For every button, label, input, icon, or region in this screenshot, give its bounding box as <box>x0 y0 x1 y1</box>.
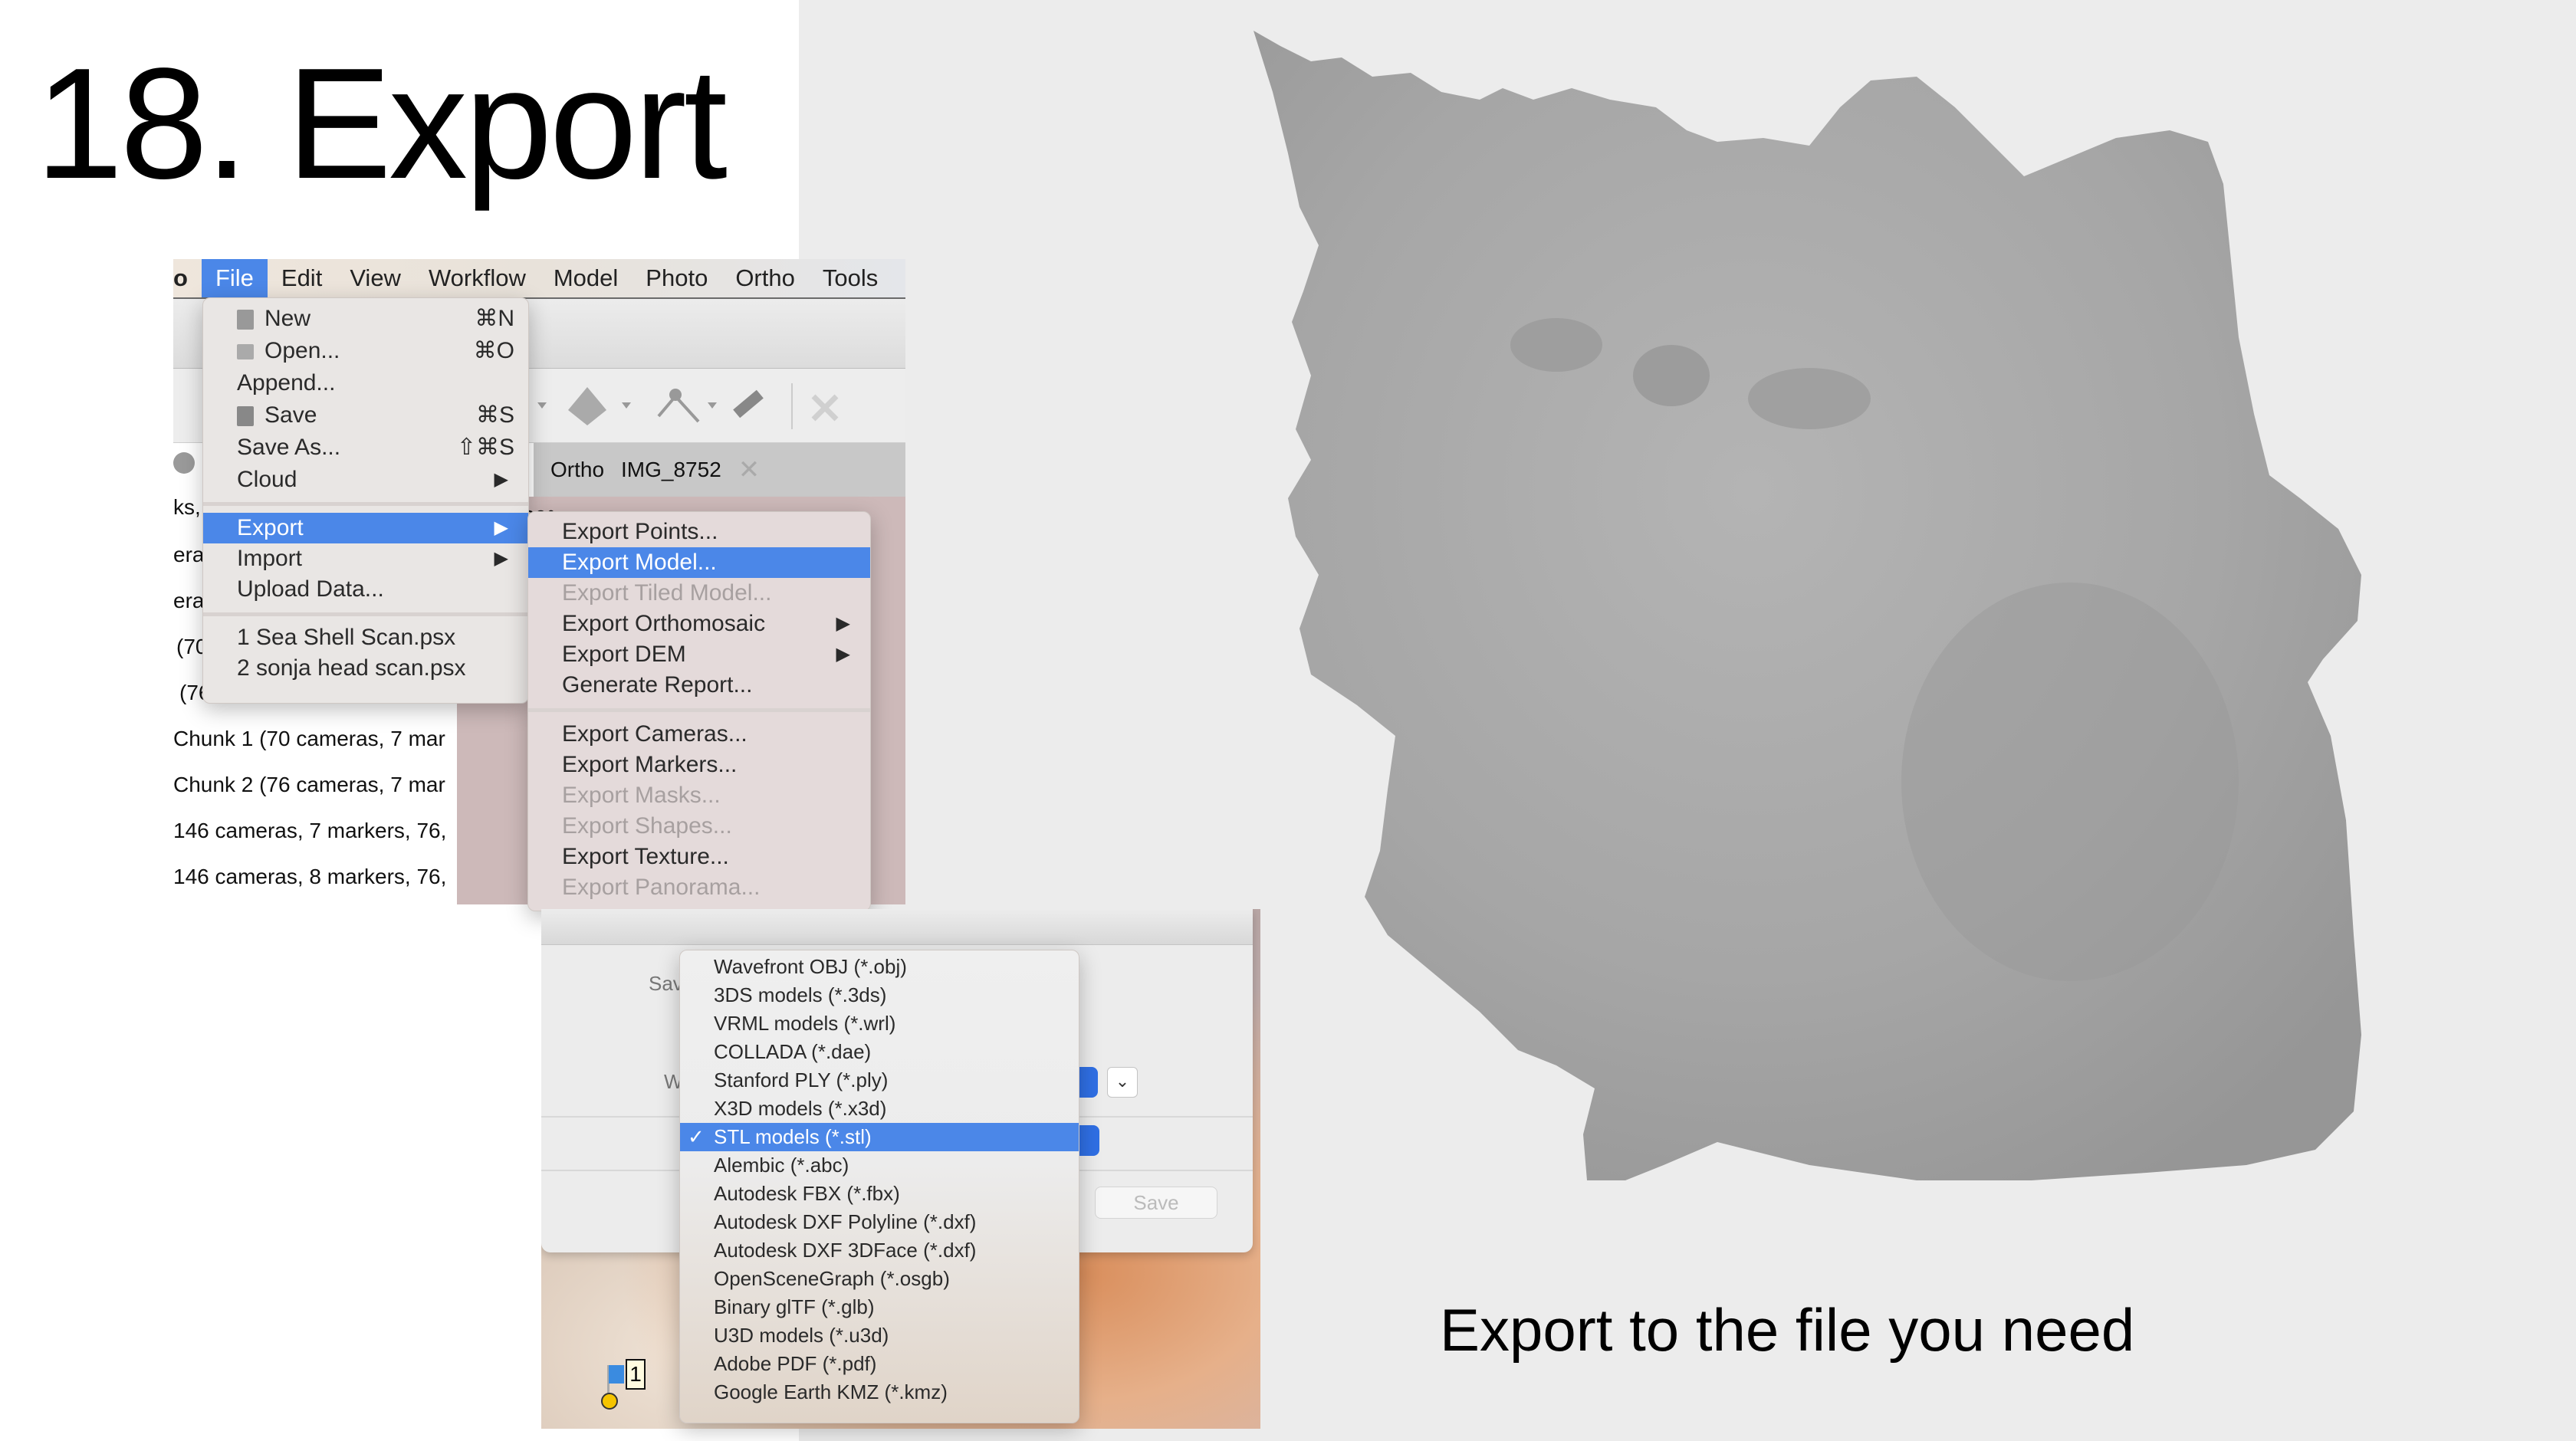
shell-silhouette <box>1254 31 2361 1180</box>
format-option-wrl[interactable]: VRML models (*.wrl) <box>680 1009 1079 1038</box>
format-option-pdf[interactable]: Adobe PDF (*.pdf) <box>680 1350 1079 1378</box>
menu-item-save[interactable]: Save ⌘S <box>203 400 528 431</box>
angle-measure-icon <box>657 389 700 423</box>
file-format-dropdown: Wavefront OBJ (*.obj) 3DS models (*.3ds)… <box>679 950 1079 1423</box>
format-option-u3d[interactable]: U3D models (*.u3d) <box>680 1321 1079 1350</box>
slide-caption: Export to the file you need <box>1440 1296 2135 1364</box>
format-option-ply[interactable]: Stanford PLY (*.ply) <box>680 1066 1079 1095</box>
format-option-osgb[interactable]: OpenSceneGraph (*.osgb) <box>680 1265 1079 1293</box>
menu-item-export-model[interactable]: Export Model... <box>528 547 870 578</box>
tab-strip: Ortho IMG_8752 ✕ <box>534 443 905 497</box>
menu-item-export-markers[interactable]: Export Markers... <box>528 750 870 780</box>
menu-item-export[interactable]: Export ▶ <box>203 513 528 543</box>
flag-icon <box>609 1365 624 1384</box>
diamond-hand-icon <box>568 387 606 425</box>
menu-model[interactable]: Model <box>540 259 632 297</box>
delete-icon <box>811 394 839 422</box>
menu-item-export-texture[interactable]: Export Texture... <box>528 842 870 872</box>
dialog-titlebar <box>541 909 1253 945</box>
format-option-x3d[interactable]: X3D models (*.x3d) <box>680 1095 1079 1123</box>
submenu-arrow-icon: ▶ <box>836 613 850 634</box>
export-submenu: Export Points... Export Model... Export … <box>527 511 871 911</box>
menu-item-export-cameras[interactable]: Export Cameras... <box>528 719 870 750</box>
tab-ortho[interactable]: Ortho <box>550 458 604 482</box>
menu-item-append[interactable]: Append... <box>203 368 528 399</box>
dropdown-arrow-icon <box>708 402 717 409</box>
menu-item-new[interactable]: New ⌘N <box>203 304 528 334</box>
format-option-abc[interactable]: Alembic (*.abc) <box>680 1151 1079 1180</box>
menu-item-open[interactable]: Open... ⌘O <box>203 336 528 366</box>
shell-3d-model <box>1254 31 2361 1180</box>
format-option-dae[interactable]: COLLADA (*.dae) <box>680 1038 1079 1066</box>
close-icon[interactable]: ✕ <box>738 455 761 485</box>
document-icon <box>237 310 254 330</box>
list-item[interactable]: era <box>173 589 204 613</box>
menu-item-recent-1[interactable]: 1 Sea Shell Scan.psx <box>203 622 528 653</box>
format-option-dxf-3dface[interactable]: Autodesk DXF 3DFace (*.dxf) <box>680 1236 1079 1265</box>
toolbar-icons <box>537 383 839 429</box>
menu-separator <box>203 502 528 506</box>
folder-icon <box>237 344 254 360</box>
marker-pin-icon <box>601 1393 618 1410</box>
menu-separator <box>528 708 870 712</box>
dropdown-arrow-icon <box>622 402 631 409</box>
menu-file[interactable]: File <box>201 259 268 297</box>
file-menu: New ⌘N Open... ⌘O Append... Save ⌘S Save As… <box>202 297 529 704</box>
menu-tools[interactable]: Tools <box>809 259 892 297</box>
menu-item-generate-report[interactable]: Generate Report... <box>528 670 870 701</box>
menu-item-export-shapes: Export Shapes... <box>562 813 732 839</box>
menu-item-recent-2[interactable]: 2 sonja head scan.psx <box>203 653 528 684</box>
list-item[interactable]: 146 cameras, 7 markers, 76, <box>173 819 446 843</box>
expand-chevron-button[interactable]: ⌄ <box>1107 1067 1138 1098</box>
menu-item-cloud[interactable]: Cloud ▶ <box>203 464 528 495</box>
tab-img-8752[interactable]: IMG_8752 <box>621 458 721 482</box>
menu-separator <box>203 612 528 616</box>
list-item[interactable]: Chunk 1 (70 cameras, 7 mar <box>173 727 445 751</box>
menu-ortho[interactable]: Ortho <box>721 259 809 297</box>
menu-edit[interactable]: Edit <box>268 259 336 297</box>
submenu-arrow-icon: ▶ <box>836 644 850 665</box>
menu-item-export-points[interactable]: Export Points... <box>528 517 870 547</box>
menu-item-export-tiled-model: Export Tiled Model... <box>562 580 772 606</box>
menu-bar: o File Edit View Workflow Model Photo Or… <box>173 259 905 299</box>
format-option-3ds[interactable]: 3DS models (*.3ds) <box>680 981 1079 1009</box>
format-option-glb[interactable]: Binary glTF (*.glb) <box>680 1293 1079 1321</box>
menu-item-export-orthomosaic[interactable]: Export Orthomosaic ▶ <box>528 609 870 639</box>
slide-title: 18. Export <box>35 35 728 212</box>
list-item[interactable]: era <box>173 543 204 567</box>
floppy-disk-icon <box>237 406 254 427</box>
format-option-obj[interactable]: Wavefront OBJ (*.obj) <box>680 953 1079 981</box>
list-item[interactable]: Chunk 2 (76 cameras, 7 mar <box>173 773 445 797</box>
menu-view[interactable]: View <box>336 259 415 297</box>
list-item[interactable]: 146 cameras, 8 markers, 76, <box>173 865 446 889</box>
dropdown-arrow-icon <box>537 402 547 409</box>
checkmark-icon: ✓ <box>688 1125 705 1148</box>
menu-workflow[interactable]: Workflow <box>415 259 540 297</box>
marker-number: 1 <box>626 1359 646 1390</box>
menu-item-save-as[interactable]: Save As... ⇧⌘S <box>203 432 528 463</box>
ruler-icon <box>733 389 764 419</box>
menu-photo[interactable]: Photo <box>632 259 721 297</box>
menu-app-name[interactable]: o <box>173 259 202 297</box>
remove-icon[interactable] <box>173 452 195 474</box>
menu-item-export-panorama: Export Panorama... <box>562 875 761 900</box>
menu-item-upload-data[interactable]: Upload Data... <box>203 574 528 605</box>
save-as-label: Sav <box>649 972 683 995</box>
submenu-arrow-icon: ▶ <box>494 517 508 538</box>
format-option-stl[interactable]: ✓ STL models (*.stl) <box>680 1123 1079 1151</box>
save-button[interactable]: Save <box>1095 1187 1217 1219</box>
menu-item-export-masks: Export Masks... <box>562 783 721 808</box>
submenu-arrow-icon: ▶ <box>494 548 508 569</box>
list-item[interactable]: ks, <box>173 495 201 520</box>
format-option-kmz[interactable]: Google Earth KMZ (*.kmz) <box>680 1378 1079 1407</box>
format-option-fbx[interactable]: Autodesk FBX (*.fbx) <box>680 1180 1079 1208</box>
format-option-dxf-polyline[interactable]: Autodesk DXF Polyline (*.dxf) <box>680 1208 1079 1236</box>
menu-item-import[interactable]: Import ▶ <box>203 543 528 574</box>
submenu-arrow-icon: ▶ <box>494 469 508 490</box>
menu-item-export-dem[interactable]: Export DEM ▶ <box>528 639 870 670</box>
